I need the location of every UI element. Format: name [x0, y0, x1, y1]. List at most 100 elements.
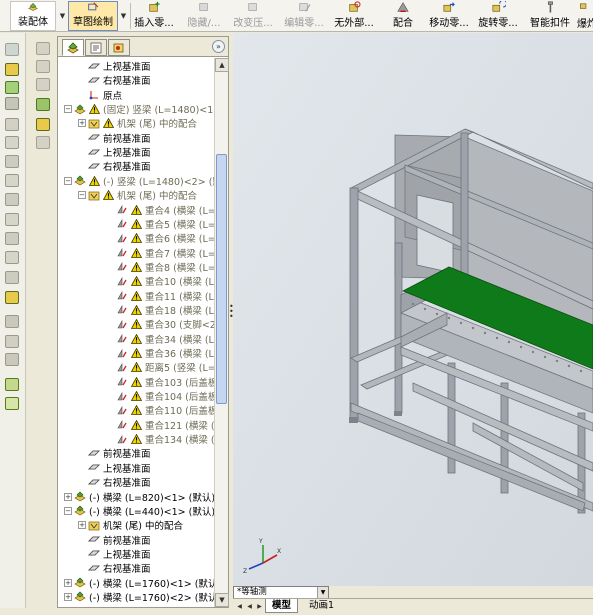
tree-node[interactable]: 前视基准面	[78, 446, 214, 460]
graphics-area[interactable]: Y X Z	[233, 33, 593, 586]
expand-toggle-icon[interactable]: −	[64, 176, 72, 185]
move-component-button[interactable]: 移动零...	[427, 1, 471, 31]
change-suppression-button[interactable]: 改变压...	[230, 1, 276, 31]
tree-node[interactable]: 上视基准面	[78, 59, 214, 73]
tree-node[interactable]: 重合30 (支脚<2>)	[106, 317, 214, 331]
secondary-tool-1-icon[interactable]	[36, 42, 50, 55]
rotate-component-button[interactable]: 旋转零...	[476, 1, 520, 31]
exploded-view-button[interactable]: 爆炸	[577, 1, 593, 31]
sketch-button[interactable]: 草图绘制	[68, 1, 118, 31]
tree-node[interactable]: 重合6 (横梁 (L=82	[106, 231, 214, 245]
strip-tool-17-icon[interactable]	[5, 353, 19, 366]
smart-fasteners-button[interactable]: 智能扣件	[527, 1, 573, 31]
strip-tool-4-icon[interactable]	[5, 97, 19, 110]
tree-node[interactable]: 重合104 (后盖板 (	[106, 389, 214, 403]
tree-node[interactable]: 重合36 (横梁 (L	[106, 346, 214, 360]
tree-node[interactable]: 上视基准面	[78, 145, 214, 159]
scroll-up-button[interactable]: ▲	[215, 58, 229, 72]
secondary-tool-3-icon[interactable]	[36, 78, 50, 91]
tree-node[interactable]: 右视基准面	[78, 159, 214, 173]
tree-node[interactable]: 右视基准面	[78, 475, 214, 489]
tree-node[interactable]: 右视基准面	[78, 561, 214, 575]
tree-node[interactable]: + (-) 横梁 (L=820)<1> (默认)	[64, 490, 214, 504]
view-select-arrow-icon[interactable]: ▼	[317, 587, 328, 598]
secondary-tool-5-icon[interactable]	[36, 118, 50, 131]
assembly-button[interactable]: 装配体	[10, 1, 56, 31]
tree-node[interactable]: + 机架 (尾) 中的配合	[78, 518, 214, 532]
strip-tool-9-icon[interactable]	[5, 193, 19, 206]
strip-tool-18-icon[interactable]	[5, 378, 19, 391]
expand-toggle-icon[interactable]: −	[64, 105, 72, 114]
tree-node[interactable]: 重合110 (后盖板 (	[106, 403, 214, 417]
tree-node[interactable]: 重合11 (横梁 (L	[106, 289, 214, 303]
strip-tool-12-icon[interactable]	[5, 251, 19, 264]
tree-node[interactable]: 重合10 (横梁 (L=	[106, 274, 214, 288]
expand-toggle-icon[interactable]: +	[78, 119, 86, 128]
strip-tool-1-icon[interactable]	[5, 43, 19, 56]
tab-model[interactable]: 模型	[265, 599, 299, 613]
scrollbar-thumb[interactable]	[216, 154, 227, 404]
strip-tool-10-icon[interactable]	[5, 213, 19, 226]
tree-node[interactable]: − (-) 横梁 (L=440)<1> (默认)	[64, 504, 214, 518]
tree-node[interactable]: − 机架 (尾) 中的配合	[78, 188, 214, 202]
strip-tool-15-icon[interactable]	[5, 315, 19, 328]
tab-animation[interactable]: 动画1	[303, 599, 340, 613]
tree-node[interactable]: 重合134 (横梁 (L	[106, 432, 214, 446]
strip-tool-5-icon[interactable]	[5, 118, 19, 131]
tree-node[interactable]: 重合4 (横梁 (L=82	[106, 203, 214, 217]
strip-tool-8-icon[interactable]	[5, 174, 19, 187]
tab-feature-manager[interactable]	[62, 39, 84, 56]
tree-node[interactable]: − (-) 竖梁 (L=1480)<2> (默	[64, 174, 214, 188]
tree-node[interactable]: 前视基准面	[78, 533, 214, 547]
tab-property-manager[interactable]	[85, 39, 107, 56]
strip-tool-16-icon[interactable]	[5, 335, 19, 348]
expand-toggle-icon[interactable]: −	[64, 506, 72, 515]
secondary-tool-6-icon[interactable]	[36, 136, 50, 149]
scroll-down-button[interactable]: ▼	[215, 593, 229, 607]
hide-show-button[interactable]: 隐藏/...	[183, 1, 225, 31]
strip-tool-14-icon[interactable]	[5, 291, 19, 304]
tab-nav-next-icon[interactable]: ▶	[255, 601, 264, 612]
tree-node[interactable]: 重合5 (横梁 (L=	[106, 217, 214, 231]
expand-toggle-icon[interactable]: −	[78, 191, 86, 200]
tree-node[interactable]: + (-) 横梁 (L=1760)<2> (默认	[64, 590, 214, 604]
assembly-dropdown[interactable]: ▼	[58, 1, 67, 31]
tree-node[interactable]: 上视基准面	[78, 461, 214, 475]
strip-tool-13-icon[interactable]	[5, 271, 19, 284]
edit-component-button[interactable]: 编辑零...	[281, 1, 327, 31]
tree-node[interactable]: + 机架 (尾) 中的配合	[78, 116, 214, 130]
expand-toggle-icon[interactable]: +	[64, 492, 72, 501]
tree-node[interactable]: 重合34 (横梁 (L	[106, 332, 214, 346]
tree-node[interactable]: − (固定) 竖梁 (L=1480)<1>	[64, 102, 214, 116]
tree-node[interactable]: + (-) 横梁 (L=1760)<1> (默认	[64, 576, 214, 590]
tree-node[interactable]: 上视基准面	[78, 547, 214, 561]
no-external-refs-button[interactable]: 无外部...	[331, 1, 377, 31]
tab-nav-prev-icon[interactable]: ◀	[245, 601, 254, 612]
tree-node[interactable]: 重合18 (横梁 (L	[106, 303, 214, 317]
tree-node[interactable]: 重合121 (横梁 (L	[106, 418, 214, 432]
strip-tool-11-icon[interactable]	[5, 232, 19, 245]
feature-tree-scrollbar[interactable]: ▲ ▼	[214, 58, 229, 607]
expand-toggle-icon[interactable]: +	[64, 592, 72, 601]
strip-tool-3-icon[interactable]	[5, 81, 19, 94]
expand-toggle-icon[interactable]: +	[78, 521, 86, 530]
secondary-tool-2-icon[interactable]	[36, 60, 50, 73]
tree-node[interactable]: 距离5 (竖梁 (L=5	[106, 360, 214, 374]
tree-node[interactable]: 前视基准面	[78, 131, 214, 145]
expand-toggle-icon[interactable]: +	[64, 578, 72, 587]
collapse-panel-button[interactable]: »	[212, 40, 225, 53]
strip-tool-7-icon[interactable]	[5, 155, 19, 168]
tab-configuration-manager[interactable]	[108, 39, 130, 56]
secondary-tool-4-icon[interactable]	[36, 98, 50, 111]
tree-node[interactable]: 原点	[78, 88, 214, 102]
tree-node[interactable]: 重合103 (后盖板 (	[106, 375, 214, 389]
strip-tool-19-icon[interactable]	[5, 397, 19, 410]
tree-node[interactable]: 右视基准面	[78, 73, 214, 87]
tree-node[interactable]: 重合7 (横梁 (L=1	[106, 246, 214, 260]
strip-tool-2-icon[interactable]	[5, 63, 19, 76]
insert-component-button[interactable]: 插入零...	[133, 1, 175, 31]
tab-nav-first-icon[interactable]: ◀	[235, 601, 244, 612]
tree-node[interactable]: 重合8 (横梁 (L=1	[106, 260, 214, 274]
strip-tool-6-icon[interactable]	[5, 136, 19, 149]
sketch-dropdown[interactable]: ▼	[119, 1, 128, 31]
